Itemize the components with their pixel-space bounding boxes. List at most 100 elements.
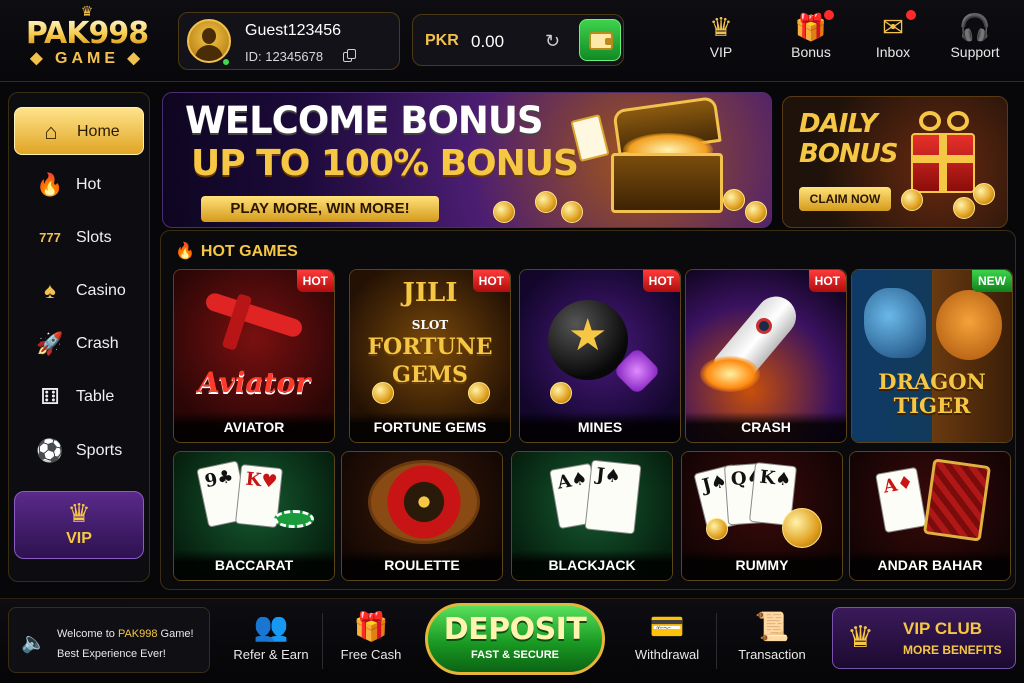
hot-badge: HOT: [642, 270, 680, 292]
game-tile-baccarat[interactable]: 9♣ K♥ BACCARAT: [173, 451, 335, 581]
notice-post: Game!: [157, 628, 194, 640]
sidebar-item-crash[interactable]: 🚀 Crash: [14, 320, 144, 368]
user-id: ID: 12345678: [245, 49, 324, 64]
transaction-button[interactable]: 📜 Transaction: [724, 607, 820, 673]
crown-icon: ♛: [847, 621, 874, 654]
game-tile-mines[interactable]: ★ HOT MINES: [519, 269, 681, 443]
coin-decoration: [953, 197, 975, 219]
game-tile-crash[interactable]: HOT CRASH: [685, 269, 847, 443]
banner-cta[interactable]: PLAY MORE, WIN MORE!: [201, 196, 439, 222]
nav-support[interactable]: 🎧 Support: [938, 10, 1012, 72]
claim-now-button[interactable]: CLAIM NOW: [799, 187, 891, 211]
hot-badge: HOT: [296, 270, 334, 292]
coin-decoration: [550, 382, 572, 404]
sidebar-item-label: Slots: [76, 229, 112, 246]
withdrawal-label: Withdrawal: [634, 647, 700, 662]
sidebar-vip-button[interactable]: ♛ VIP: [14, 491, 144, 559]
logo-brand: PAK998: [8, 18, 166, 50]
coin-decoration: [468, 382, 490, 404]
document-icon: 📜: [754, 611, 790, 642]
hot-games-title: HOT GAMES: [200, 243, 298, 260]
gift-box-image: [911, 133, 975, 193]
coin-decoration: [723, 189, 745, 211]
game-tile-roulette[interactable]: ROULETTE: [341, 451, 503, 581]
nav-vip-label: VIP: [709, 44, 733, 60]
announcement-box[interactable]: 🔈 Welcome to PAK998 Game! Best Experienc…: [8, 607, 210, 673]
nav-inbox[interactable]: ✉ Inbox: [856, 10, 930, 72]
announcement-line2: Best Experience Ever!: [57, 648, 166, 660]
game-title: AVIATOR: [174, 412, 334, 442]
daily-bonus-banner[interactable]: DAILY BONUS CLAIM NOW: [782, 96, 1008, 228]
user-profile[interactable]: Guest123456 ID: 12345678: [178, 12, 400, 70]
bottom-bar: 🔈 Welcome to PAK998 Game! Best Experienc…: [0, 598, 1024, 683]
sidebar-item-table[interactable]: ⚅ Table: [14, 373, 144, 421]
crown-icon: ♛: [67, 498, 91, 528]
sidebar-item-label: Sports: [76, 442, 123, 459]
game-title: ANDAR BAHAR: [850, 550, 1010, 580]
chip-decoration: [274, 510, 314, 528]
divider: [716, 613, 717, 669]
sidebar-item-label: Home: [77, 123, 120, 140]
logo[interactable]: ♛ PAK998 ◆ GAME ◆: [8, 4, 166, 78]
wallet-button[interactable]: [579, 19, 621, 61]
game-title: BLACKJACK: [512, 550, 672, 580]
game-tile-aviator[interactable]: Aviator HOT AVIATOR: [173, 269, 335, 443]
refer-earn-label: Refer & Earn: [233, 647, 309, 662]
vip-club-button[interactable]: ♛ VIP CLUB MORE BENEFITS: [832, 607, 1016, 669]
coin-decoration: [706, 518, 728, 540]
sidebar-item-slots[interactable]: 777 Slots: [14, 214, 144, 262]
aviator-logo-text: Aviator: [198, 366, 310, 399]
vip-club-subtitle: MORE BENEFITS: [903, 643, 1002, 657]
speaker-icon: 🔈: [21, 632, 46, 654]
sidebar-item-sports[interactable]: ⚽ Sports: [14, 427, 144, 475]
sidebar-item-label: Casino: [76, 282, 126, 299]
game-tile-dragon-tiger[interactable]: DRAGON TIGER NEW: [851, 269, 1013, 443]
dice-icon: ⚅: [40, 384, 60, 409]
welcome-bonus-banner[interactable]: WELCOME BONUS UP TO 100% BONUS PLAY MORE…: [162, 92, 772, 228]
game-tile-rummy[interactable]: J♠ Q♠ K♠ RUMMY: [681, 451, 843, 581]
coin-decoration: [782, 508, 822, 548]
spade-icon: ♠: [44, 278, 56, 303]
nav-bonus[interactable]: 🎁 Bonus: [774, 10, 848, 72]
refer-earn-button[interactable]: 👥 Refer & Earn: [226, 607, 316, 673]
refresh-icon[interactable]: ↻: [545, 31, 560, 52]
game-tile-andar-bahar[interactable]: A♦ ANDAR BAHAR: [849, 451, 1011, 581]
playing-card: A♦: [875, 466, 927, 534]
nav-vip[interactable]: ♛ VIP: [684, 10, 758, 72]
game-title: BACCARAT: [174, 550, 334, 580]
balance-value: 0.00: [471, 32, 505, 51]
fire-icon: 🔥: [36, 172, 64, 197]
nav-inbox-label: Inbox: [875, 44, 911, 60]
sidebar: ⌂ Home 🔥 Hot 777 Slots ♠ Casino 🚀 Crash …: [8, 92, 150, 582]
slot-machine-icon: 777: [39, 230, 61, 245]
sidebar-vip-label: VIP: [66, 530, 92, 547]
top-header: ♛ PAK998 ◆ GAME ◆ Guest123456 ID: 123456…: [0, 0, 1024, 82]
daily-bonus-line1: DAILY: [799, 109, 878, 139]
new-badge: NEW: [972, 270, 1012, 292]
envelope-icon: ✉: [882, 12, 904, 42]
deposit-button[interactable]: DEPOSIT FAST & SECURE: [425, 603, 605, 675]
coin-decoration: [901, 189, 923, 211]
star-icon: ★: [568, 311, 608, 360]
hot-badge: HOT: [472, 270, 510, 292]
sidebar-item-casino[interactable]: ♠ Casino: [14, 267, 144, 315]
headset-icon: 🎧: [958, 12, 992, 42]
sidebar-item-label: Crash: [76, 335, 119, 352]
rocket-icon: 🚀: [36, 331, 64, 356]
withdrawal-button[interactable]: 💳 Withdrawal: [624, 607, 710, 673]
online-status-dot: [221, 57, 231, 67]
sidebar-item-home[interactable]: ⌂ Home: [14, 107, 144, 155]
copy-icon[interactable]: [343, 49, 357, 63]
game-tile-fortune-gems[interactable]: JILI SLOT FORTUNE GEMS HOT FORTUNE GEMS: [349, 269, 511, 443]
game-tile-blackjack[interactable]: A♠ J♠ BLACKJACK: [511, 451, 673, 581]
coin-decoration: [973, 183, 995, 205]
card-back: [922, 458, 992, 542]
free-cash-button[interactable]: 🎁 Free Cash: [330, 607, 412, 673]
playing-card: J♠: [584, 459, 642, 535]
daily-bonus-line2: BONUS: [799, 139, 899, 169]
username: Guest123456: [245, 22, 342, 39]
nav-bonus-label: Bonus: [791, 44, 831, 60]
sidebar-item-hot[interactable]: 🔥 Hot: [14, 161, 144, 209]
daily-bonus-title: DAILY BONUS: [799, 109, 899, 169]
coin-decoration: [745, 201, 767, 223]
